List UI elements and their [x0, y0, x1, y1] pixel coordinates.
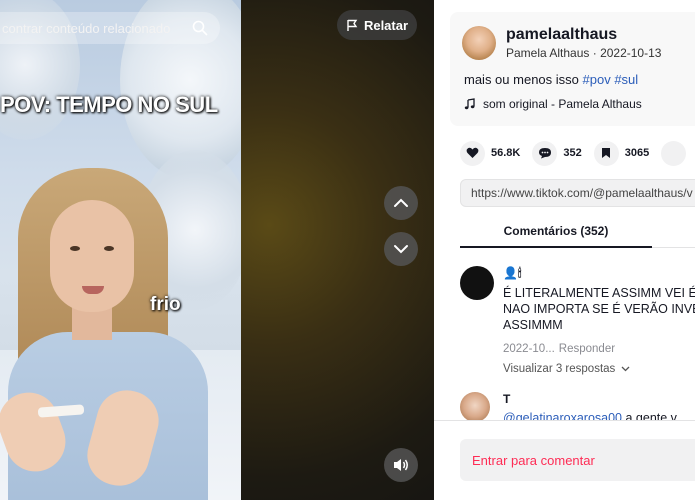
comment-input-bar: Entrar para comentar [434, 420, 695, 500]
bookmark-icon [602, 148, 611, 158]
share-button[interactable] [661, 140, 687, 166]
comment-line: É LITERALMENTE ASSIMM VEI É [503, 286, 695, 300]
details-panel: pamelaalthaus Pamela Althaus · 2022-10-1… [434, 0, 695, 500]
volume-button[interactable] [384, 448, 418, 482]
separator: · [589, 46, 601, 60]
engagement-stats: 56.8K 352 3065 [460, 140, 687, 166]
reply-button[interactable]: Responder [559, 343, 615, 355]
post-info-card: pamelaalthaus Pamela Althaus · 2022-10-1… [450, 12, 695, 126]
comment-stat[interactable]: 352 [532, 140, 582, 166]
display-name: Pamela Althaus [506, 46, 590, 60]
comment-meta: 2022-10... Responder [503, 343, 695, 355]
comment-author[interactable]: T [503, 392, 695, 406]
search-icon[interactable] [192, 20, 208, 36]
next-video-button[interactable] [384, 232, 418, 266]
chevron-down-icon [394, 245, 408, 254]
video-caption-word: frio [150, 294, 181, 315]
report-button[interactable]: Relatar [337, 10, 417, 40]
comment-avatar[interactable] [460, 392, 490, 422]
video-player[interactable]: POV: TEMPO NO SUL frio contrar conteúdo … [0, 0, 434, 500]
like-count: 56.8K [491, 147, 521, 159]
eye [70, 246, 80, 251]
music-label: som original - Pamela Althaus [483, 97, 642, 111]
like-stat[interactable]: 56.8K [460, 140, 520, 166]
comment-body: 👤🕯 É LITERALMENTE ASSIMM VEI É NAO IMPOR… [503, 266, 695, 375]
comment-line: ASSIMMM [503, 318, 563, 332]
comment-item: 👤🕯 É LITERALMENTE ASSIMM VEI É NAO IMPOR… [460, 266, 695, 386]
heart-icon [466, 147, 479, 158]
chevron-up-icon [394, 198, 408, 207]
music-link[interactable]: som original - Pamela Althaus [464, 97, 642, 111]
share-stat[interactable] [661, 140, 687, 166]
comment-line: NAO IMPORTA SE É VERÃO INVE [503, 302, 695, 316]
save-button[interactable] [593, 140, 619, 166]
post-date: 2022-10-13 [600, 46, 662, 60]
username[interactable]: pamelaalthaus [506, 26, 617, 44]
person-face [50, 200, 134, 312]
report-label: Relatar [363, 17, 409, 33]
music-note-icon [464, 98, 475, 110]
author-subline: Pamela Althaus · 2022-10-13 [506, 46, 661, 60]
search-placeholder[interactable]: contrar conteúdo relacionado [2, 21, 170, 36]
comment-text: É LITERALMENTE ASSIMM VEI É NAO IMPORTA … [503, 285, 695, 333]
hashtag-link[interactable]: #sul [614, 72, 638, 87]
login-to-comment-button[interactable]: Entrar para comentar [460, 439, 695, 481]
flag-icon [347, 19, 358, 31]
comment-avatar[interactable] [460, 266, 494, 300]
description-text: mais ou menos isso [464, 72, 583, 87]
comment-date: 2022-10... [503, 343, 555, 355]
comment-author[interactable]: 👤🕯 [503, 266, 695, 281]
like-button[interactable] [460, 140, 485, 166]
comment-button[interactable] [532, 140, 558, 166]
eye [104, 246, 114, 251]
video-caption: POV: TEMPO NO SUL [0, 92, 218, 117]
chevron-down-icon [621, 366, 630, 372]
save-stat[interactable]: 3065 [593, 140, 650, 166]
search-bar[interactable]: contrar conteúdo relacionado [0, 12, 220, 44]
tab-bar: Comentários (352) [460, 216, 695, 248]
view-replies-label: Visualizar 3 respostas [503, 363, 616, 375]
volume-icon [394, 459, 408, 471]
share-url-field[interactable]: https://www.tiktok.com/@pamelaalthaus/v [460, 179, 695, 207]
mouth [82, 286, 104, 294]
avatar[interactable] [462, 26, 496, 60]
view-replies-button[interactable]: Visualizar 3 respostas [503, 363, 695, 375]
tab-comments[interactable]: Comentários (352) [460, 216, 652, 248]
video-frame[interactable]: POV: TEMPO NO SUL frio [0, 0, 241, 500]
comment-count: 352 [563, 147, 582, 159]
post-description: mais ou menos isso #pov #sul [464, 72, 638, 87]
hashtag-link[interactable]: #pov [583, 72, 611, 87]
save-count: 3065 [624, 147, 650, 159]
previous-video-button[interactable] [384, 186, 418, 220]
comment-icon [538, 148, 551, 159]
